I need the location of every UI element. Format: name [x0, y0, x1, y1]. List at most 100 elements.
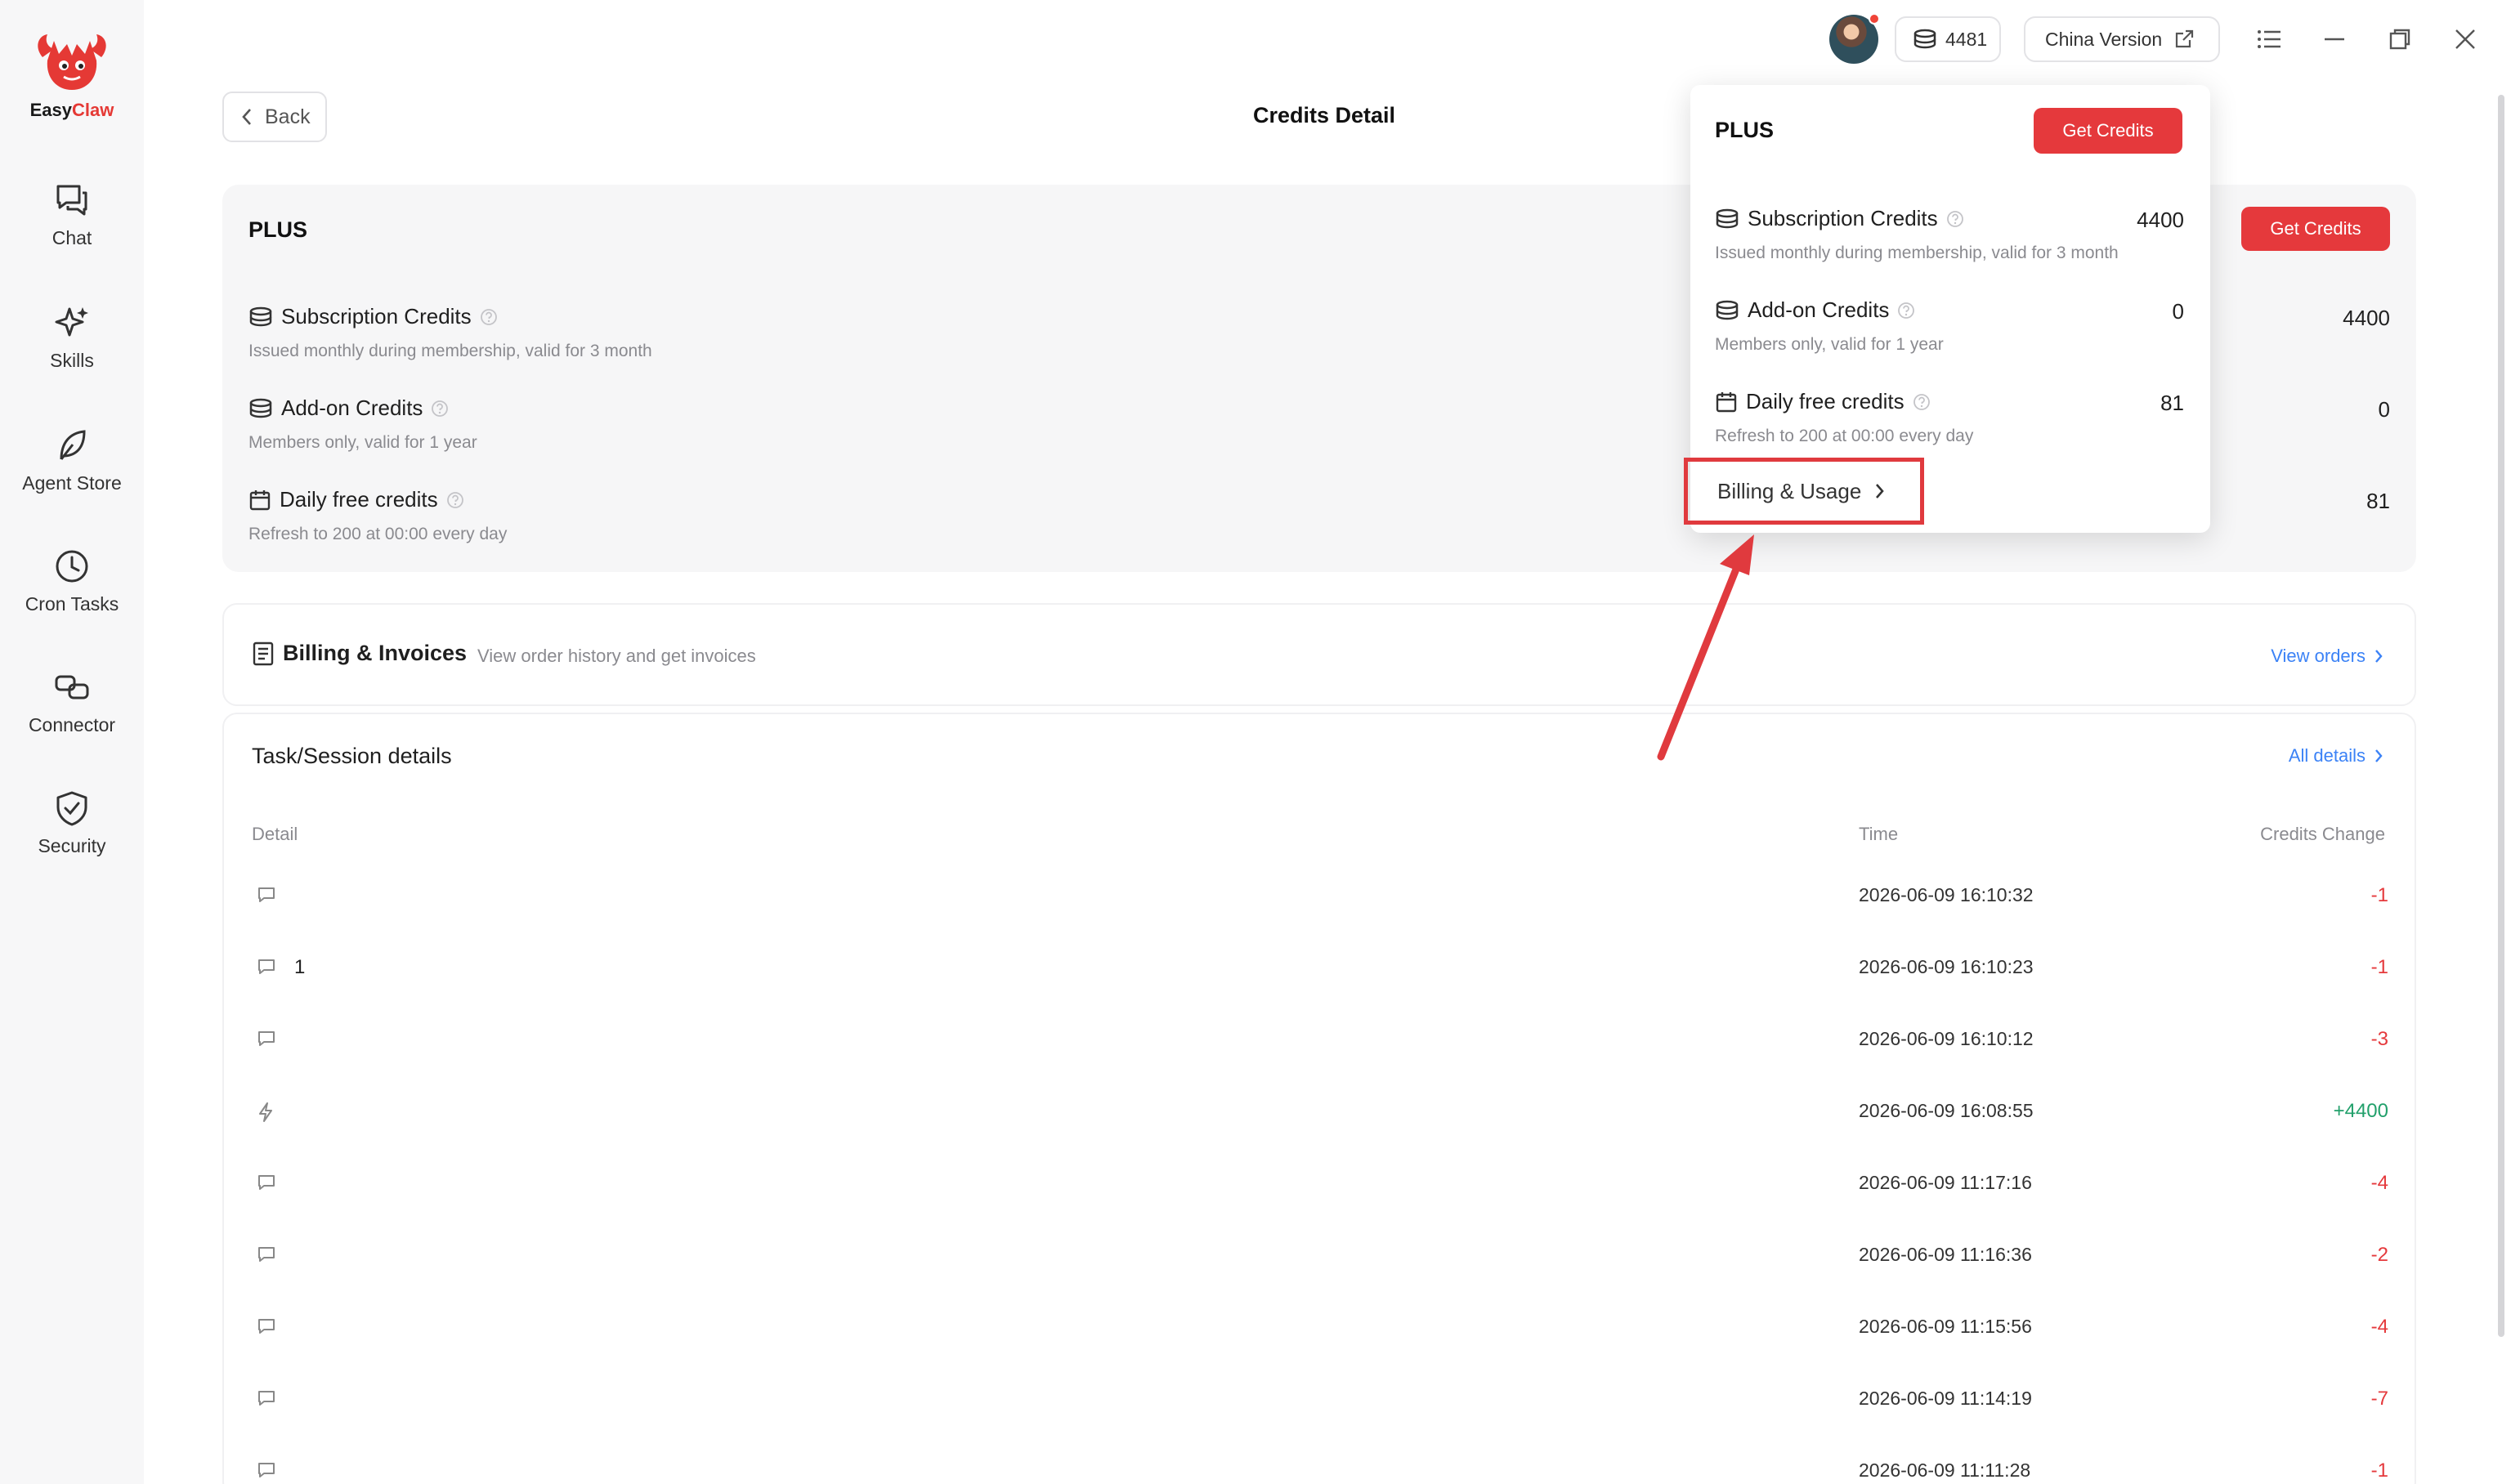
row-desc: Issued monthly during membership, valid …: [1715, 244, 2119, 262]
subscription-credits-value: 4400: [2343, 306, 2390, 330]
help-icon[interactable]: [1946, 210, 1964, 228]
leaf-icon: [60, 430, 86, 460]
sidebar: EasyClaw Chat Skills Agent Store Cron Ta…: [0, 0, 144, 1484]
chat-icon: [258, 1463, 275, 1477]
row-time: 2026-06-09 11:14:19: [1859, 1388, 2032, 1409]
sidebar-item-agent-store[interactable]: Agent Store: [0, 427, 144, 525]
clock-icon: [56, 550, 88, 583]
chat-icon: [258, 1247, 275, 1262]
chat-icon: [56, 185, 87, 216]
crab-logo-icon: [38, 34, 106, 90]
sidebar-item-cron-tasks[interactable]: Cron Tasks: [0, 548, 144, 646]
billing-title-text: Billing & Invoices: [283, 641, 468, 665]
page-scrollbar[interactable]: [2498, 95, 2504, 1337]
popover-subscription-title: Subscription Credits: [1715, 206, 1972, 231]
billing-invoices-row: Billing & Invoices View order history an…: [222, 603, 2416, 706]
help-icon[interactable]: [446, 491, 464, 509]
row-credits-change: -4: [2370, 1316, 2388, 1338]
row-desc: Issued monthly during membership, valid …: [248, 342, 652, 360]
sidebar-item-label: Chat: [51, 227, 92, 248]
help-icon[interactable]: [431, 400, 449, 418]
china-version-label: China Version: [2045, 28, 2163, 50]
all-details-link[interactable]: All details: [2289, 745, 2383, 767]
popover-subscription-value: 4400: [2137, 208, 2184, 232]
row-time: 2026-06-09 11:15:56: [1859, 1316, 2032, 1337]
external-link-icon: [2176, 29, 2194, 48]
sidebar-item-connector[interactable]: Connector: [0, 668, 144, 767]
restore-button[interactable]: [2379, 18, 2421, 60]
table-row[interactable]: 2026-06-09 11:14:19 -7: [224, 1365, 2418, 1437]
sidebar-item-security[interactable]: Security: [0, 789, 144, 887]
coins-icon: [249, 306, 272, 326]
table-row[interactable]: 2026-06-09 11:16:36 -2: [224, 1221, 2418, 1293]
popover-get-credits-button[interactable]: Get Credits: [2034, 108, 2182, 154]
popover-addon-title: Add-on Credits: [1715, 297, 1923, 323]
row-desc: Refresh to 200 at 00:00 every day: [248, 525, 508, 543]
table-row[interactable]: 2026-06-09 16:10:12 -3: [224, 1005, 2418, 1077]
subscription-credits-title: Subscription Credits: [248, 304, 506, 329]
row-credits-change: -1: [2370, 884, 2388, 906]
row-time: 2026-06-09 16:10:32: [1859, 884, 2034, 905]
view-orders-link[interactable]: View orders: [2271, 646, 2383, 667]
table-row[interactable]: 2026-06-09 11:11:28 -1: [224, 1437, 2418, 1484]
table-row[interactable]: 2026-06-09 11:17:16 -4: [224, 1149, 2418, 1221]
row-time: 2026-06-09 16:08:55: [1859, 1100, 2034, 1121]
addon-credits-title: Add-on Credits: [248, 396, 457, 421]
row-type-icon: [257, 1030, 276, 1052]
view-orders-label: View orders: [2271, 646, 2366, 666]
row-desc: Members only, valid for 1 year: [248, 433, 477, 452]
menu-button[interactable]: [2248, 18, 2290, 60]
close-button[interactable]: [2444, 18, 2486, 60]
row-time: 2026-06-09 11:17:16: [1859, 1172, 2032, 1193]
close-icon: [2455, 29, 2475, 49]
back-button[interactable]: Back: [222, 92, 327, 142]
get-credits-button[interactable]: Get Credits: [2241, 207, 2390, 251]
chevron-right-icon: [1876, 484, 1885, 498]
row-type-icon: [257, 958, 276, 980]
row-time: 2026-06-09 11:11:28: [1859, 1459, 2031, 1481]
chat-icon: [258, 887, 275, 902]
row-title-text: Subscription Credits: [1748, 206, 1938, 230]
popover-plan-name: PLUS: [1715, 118, 1775, 142]
help-icon[interactable]: [480, 308, 498, 326]
billing-title: Billing & Invoices: [252, 641, 467, 666]
coins-icon: [1716, 208, 1739, 228]
table-row[interactable]: 2026-06-09 16:10:32 -1: [224, 861, 2418, 933]
row-credits-change: -4: [2370, 1172, 2388, 1194]
column-header-time: Time: [1859, 824, 1899, 844]
table-row[interactable]: 1 2026-06-09 16:10:23 -1: [224, 933, 2418, 1005]
calendar-icon: [1716, 391, 1737, 412]
notification-dot: [1869, 13, 1880, 25]
help-icon[interactable]: [1913, 393, 1931, 411]
credits-balance-button[interactable]: 4481: [1895, 16, 2001, 62]
row-time: 2026-06-09 16:10:12: [1859, 1028, 2034, 1049]
column-header-detail: Detail: [252, 824, 298, 844]
row-title-text: Daily free credits: [280, 487, 438, 512]
sidebar-item-skills[interactable]: Skills: [0, 304, 144, 402]
app-window: EasyClaw Chat Skills Agent Store Cron Ta…: [0, 0, 2511, 1484]
table-row[interactable]: 2026-06-09 11:15:56 -4: [224, 1293, 2418, 1365]
row-type-icon: [257, 1461, 276, 1483]
china-version-button[interactable]: China Version: [2024, 16, 2220, 62]
shield-icon: [56, 791, 87, 826]
row-type-icon: [257, 886, 276, 908]
minimize-button[interactable]: [2313, 18, 2356, 60]
help-icon[interactable]: [1897, 302, 1915, 320]
row-credits-change: -3: [2370, 1028, 2388, 1050]
back-label: Back: [265, 105, 311, 128]
popover-daily-title: Daily free credits: [1715, 389, 1939, 414]
sidebar-item-label: Skills: [50, 350, 94, 371]
billing-usage-button[interactable]: Billing & Usage: [1684, 458, 1924, 525]
row-title-text: Add-on Credits: [281, 396, 423, 420]
row-credits-change: -2: [2370, 1244, 2388, 1266]
calendar-icon: [249, 489, 271, 510]
sidebar-item-chat[interactable]: Chat: [0, 181, 144, 279]
row-title-text: Subscription Credits: [281, 304, 472, 329]
sidebar-item-label: Security: [38, 835, 106, 856]
row-desc: Refresh to 200 at 00:00 every day: [1715, 427, 1974, 445]
table-row[interactable]: 2026-06-09 16:08:55 +4400: [224, 1077, 2418, 1149]
billing-usage-label: Billing & Usage: [1717, 478, 1862, 503]
sidebar-item-label: Cron Tasks: [25, 593, 119, 615]
chat-icon: [258, 1391, 275, 1406]
document-icon: [253, 641, 274, 665]
